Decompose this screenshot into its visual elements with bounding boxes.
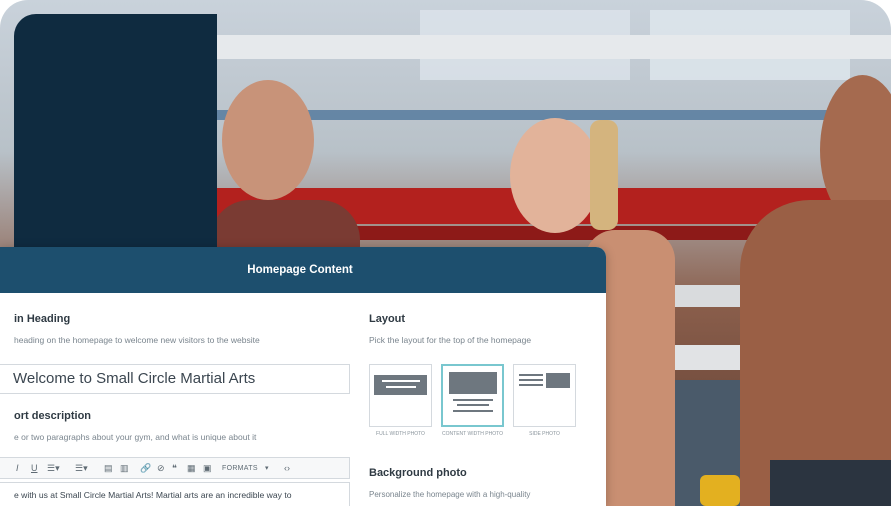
layout-title: Layout <box>369 313 406 325</box>
bullet-list-icon[interactable]: ☰▾ <box>47 462 60 474</box>
editor-toolbar: I U ☰▾ ☰▾ ▤ ▥ 🔗 ⊘ ❝ ▦ ▣ FORMATS ▾ ‹› <box>0 457 350 479</box>
image-icon[interactable]: ▣ <box>203 462 212 474</box>
code-view-button[interactable]: ‹› <box>284 462 290 474</box>
short-description-description: e or two paragraphs about your gym, and … <box>14 432 257 442</box>
layout-option-full-width[interactable] <box>369 364 432 427</box>
align-left-icon[interactable]: ▤ <box>104 462 113 474</box>
short-description-editor[interactable]: e with us at Small Circle Martial Arts! … <box>0 482 350 506</box>
numbered-list-icon[interactable]: ☰▾ <box>75 462 88 474</box>
homepage-content-card: Homepage Content in Heading heading on t… <box>0 247 606 506</box>
background-photo-description: Personalize the homepage with a high-qua… <box>369 490 531 499</box>
formats-dropdown[interactable]: FORMATS <box>222 463 258 475</box>
card-header: Homepage Content <box>0 247 606 293</box>
main-heading-title: in Heading <box>14 313 71 325</box>
main-heading-description: heading on the homepage to welcome new v… <box>14 335 260 345</box>
chevron-down-icon[interactable]: ▾ <box>265 463 269 475</box>
background-photo-title: Background photo <box>369 467 467 479</box>
underline-button[interactable]: U <box>31 462 38 474</box>
navy-brand-panel <box>14 14 217 250</box>
hero-stage: Homepage Content in Heading heading on t… <box>0 0 891 506</box>
link-icon[interactable]: 🔗 <box>140 462 151 474</box>
layout-description: Pick the layout for the top of the homep… <box>369 335 532 345</box>
layout-option-side-photo[interactable] <box>513 364 576 427</box>
table-icon[interactable]: ▦ <box>187 462 196 474</box>
main-heading-input[interactable]: Welcome to Small Circle Martial Arts <box>0 364 350 394</box>
layout-option-side-photo-label: SIDE PHOTO <box>529 431 560 437</box>
unlink-icon[interactable]: ⊘ <box>157 462 165 474</box>
layout-option-content-width-label: CONTENT WIDTH PHOTO <box>442 431 503 437</box>
quote-icon[interactable]: ❝ <box>172 462 177 474</box>
layout-option-full-width-label: FULL WIDTH PHOTO <box>376 431 425 437</box>
card-title: Homepage Content <box>247 264 353 276</box>
align-center-icon[interactable]: ▥ <box>120 462 129 474</box>
short-description-title: ort description <box>14 410 92 422</box>
layout-option-content-width[interactable] <box>441 364 504 427</box>
italic-button[interactable]: I <box>16 462 19 474</box>
